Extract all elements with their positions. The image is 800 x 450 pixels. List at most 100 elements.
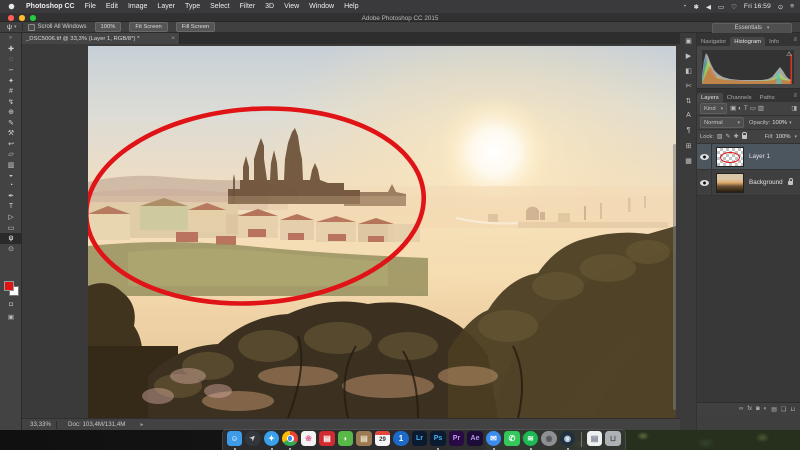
menu-item-photoshop-cc[interactable]: Photoshop CC [21, 3, 80, 10]
fill-value[interactable]: 100% [776, 134, 791, 140]
adjustment-layer-icon[interactable]: ◐ [764, 406, 768, 413]
layer-filter-toggle-icon[interactable]: ◨ [791, 105, 797, 112]
clone-stamp-tool[interactable]: ⚒ [0, 128, 22, 139]
lock-transparency-icon[interactable]: ▨ [717, 133, 723, 140]
filter-shape-layers-icon[interactable]: ▭ [750, 105, 756, 112]
menu-item-layer[interactable]: Layer [152, 3, 180, 10]
filter-type-layers-icon[interactable]: T [744, 105, 748, 112]
path-selection-tool[interactable]: ▷ [0, 212, 22, 223]
layer-row-background[interactable]: Background [697, 170, 800, 196]
dock-app-notes[interactable]: ▤ [356, 431, 373, 450]
chevron-down-icon[interactable]: ▾ [794, 134, 797, 140]
layer-filter-kind-select[interactable]: Kind ▾ [700, 103, 727, 114]
layer-name[interactable]: Layer 1 [749, 153, 800, 160]
chevron-down-icon[interactable]: ▾ [789, 120, 792, 126]
menu-item-image[interactable]: Image [123, 3, 152, 10]
dock-app-photos[interactable]: ❀ [300, 431, 317, 450]
filter-smart-objects-icon[interactable]: ▥ [758, 105, 764, 112]
tab-navigator[interactable]: Navigator [697, 37, 730, 47]
dock-app-lightroom[interactable]: Lr [411, 431, 428, 450]
filter-pixel-layers-icon[interactable]: ▣ [730, 105, 736, 112]
history-brush-tool[interactable]: ↩ [0, 139, 22, 150]
settings-icon[interactable]: ✱ [693, 3, 698, 11]
notification-center-icon[interactable]: ≡ [790, 3, 794, 11]
menu-clock[interactable]: Fri 16:59 [744, 3, 771, 10]
tab-paths[interactable]: Paths [756, 93, 779, 103]
styles-panel-icon[interactable]: ✄ [680, 78, 697, 93]
dock-app-premiere[interactable]: Pr [448, 431, 465, 450]
chevron-down-icon[interactable]: ▾ [14, 24, 17, 30]
dock-app-document-stack[interactable]: ▤ [586, 431, 603, 450]
photo-document[interactable] [88, 46, 676, 418]
actual-pixels-button[interactable]: 100% [95, 22, 122, 32]
menu-item-edit[interactable]: Edit [101, 3, 123, 10]
tab-layers[interactable]: Layers [697, 93, 723, 103]
hand-tool-preset-icon[interactable]: ψ [7, 24, 12, 31]
menu-item-help[interactable]: Help [339, 3, 363, 10]
delete-layer-icon[interactable]: ⊔ [790, 406, 795, 413]
spotlight-icon[interactable]: ⊙ [778, 3, 783, 11]
dock-app-finder[interactable]: ☺ [226, 431, 243, 450]
layer-name[interactable]: Background [749, 179, 788, 186]
dock-app-spotify[interactable]: ≋ [522, 431, 539, 450]
dock-app-chrome[interactable] [282, 431, 299, 450]
gradient-tool[interactable]: ▥ [0, 160, 22, 171]
lasso-tool[interactable]: ∽ [0, 65, 22, 76]
filter-adjustment-layers-icon[interactable]: ◐ [738, 105, 742, 112]
foreground-color-swatch[interactable] [4, 281, 14, 291]
dock-app-after-effects[interactable]: Ae [467, 431, 484, 450]
document-tab[interactable]: _DSC5006.tif @ 33,3% (Layer 1, RGB/8*) *… [22, 33, 180, 44]
menu-item-select[interactable]: Select [205, 3, 234, 10]
dodge-tool[interactable]: ◔ [0, 181, 22, 192]
zoom-tool[interactable]: ⊙ [0, 244, 22, 255]
histogram-refresh-warning-icon[interactable]: ⚠ [786, 50, 792, 58]
panel-menu-icon[interactable]: ≡ [793, 37, 797, 43]
dock-app-calendar[interactable]: 29 [374, 431, 391, 450]
pen-tool[interactable]: ✒ [0, 191, 22, 202]
crop-tool[interactable]: # [0, 86, 22, 97]
blend-mode-select[interactable]: Normal ▾ [700, 117, 744, 128]
menu-item-view[interactable]: View [279, 3, 304, 10]
layer-1-thumbnail[interactable] [716, 147, 744, 167]
layer-effects-icon[interactable]: fx [747, 406, 752, 413]
canvas-area[interactable] [22, 44, 680, 418]
workspace-switcher[interactable]: Essentials ▾ [712, 23, 792, 34]
link-layers-icon[interactable]: ∞ [739, 406, 743, 413]
dock-app-blue-chat-app[interactable]: ✉ [485, 431, 502, 450]
blur-tool[interactable]: ◒ [0, 170, 22, 181]
type-tool[interactable]: T [0, 202, 22, 213]
bluetooth-icon[interactable]: ◔ [683, 3, 687, 11]
layer-mask-icon[interactable]: ◙ [756, 406, 760, 413]
new-layer-icon[interactable]: ❏ [781, 406, 786, 413]
dock-app-gray-utility-app[interactable]: ◉ [541, 431, 558, 450]
fit-screen-button[interactable]: Fit Screen [129, 22, 167, 32]
close-tab-icon[interactable]: × [171, 35, 175, 42]
libraries-panel-icon[interactable]: ▣ [680, 33, 697, 48]
menu-item-type[interactable]: Type [180, 3, 205, 10]
layer-visibility-toggle[interactable] [697, 144, 712, 169]
healing-brush-tool[interactable]: ⊕ [0, 107, 22, 118]
dock-app-launchpad[interactable]: ➤ [245, 431, 262, 450]
lock-position-icon[interactable]: ✚ [734, 133, 739, 140]
eraser-tool[interactable]: ▱ [0, 149, 22, 160]
shape-tool[interactable]: ▭ [0, 223, 22, 234]
panel-menu-icon[interactable]: ≡ [793, 93, 797, 99]
lock-all-icon[interactable] [742, 135, 747, 139]
menu-item-filter[interactable]: Filter [235, 3, 261, 10]
layer-visibility-toggle[interactable] [697, 170, 712, 195]
volume-icon[interactable]: ◀ [706, 3, 711, 11]
screen-mode-icon[interactable]: ▣ [0, 313, 22, 321]
history-panel-icon[interactable]: ⇅ [680, 93, 697, 108]
adjustments-panel-icon[interactable]: ◧ [680, 63, 697, 78]
battery-icon[interactable]: ▭ [718, 3, 724, 11]
lock-paint-icon[interactable]: ✎ [726, 133, 731, 140]
tab-info[interactable]: Info [765, 37, 783, 47]
dock-app-safari[interactable]: ✦ [263, 431, 280, 450]
menu-item-3d[interactable]: 3D [260, 3, 279, 10]
dock-app-evernote[interactable]: ◗ [337, 431, 354, 450]
scroll-all-windows-checkbox[interactable] [28, 24, 35, 31]
glyphs-panel-icon[interactable]: ▦ [680, 153, 697, 168]
vertical-scrollbar[interactable] [673, 144, 676, 410]
eyedropper-tool[interactable]: ↯ [0, 97, 22, 108]
background-thumbnail[interactable] [716, 173, 744, 193]
